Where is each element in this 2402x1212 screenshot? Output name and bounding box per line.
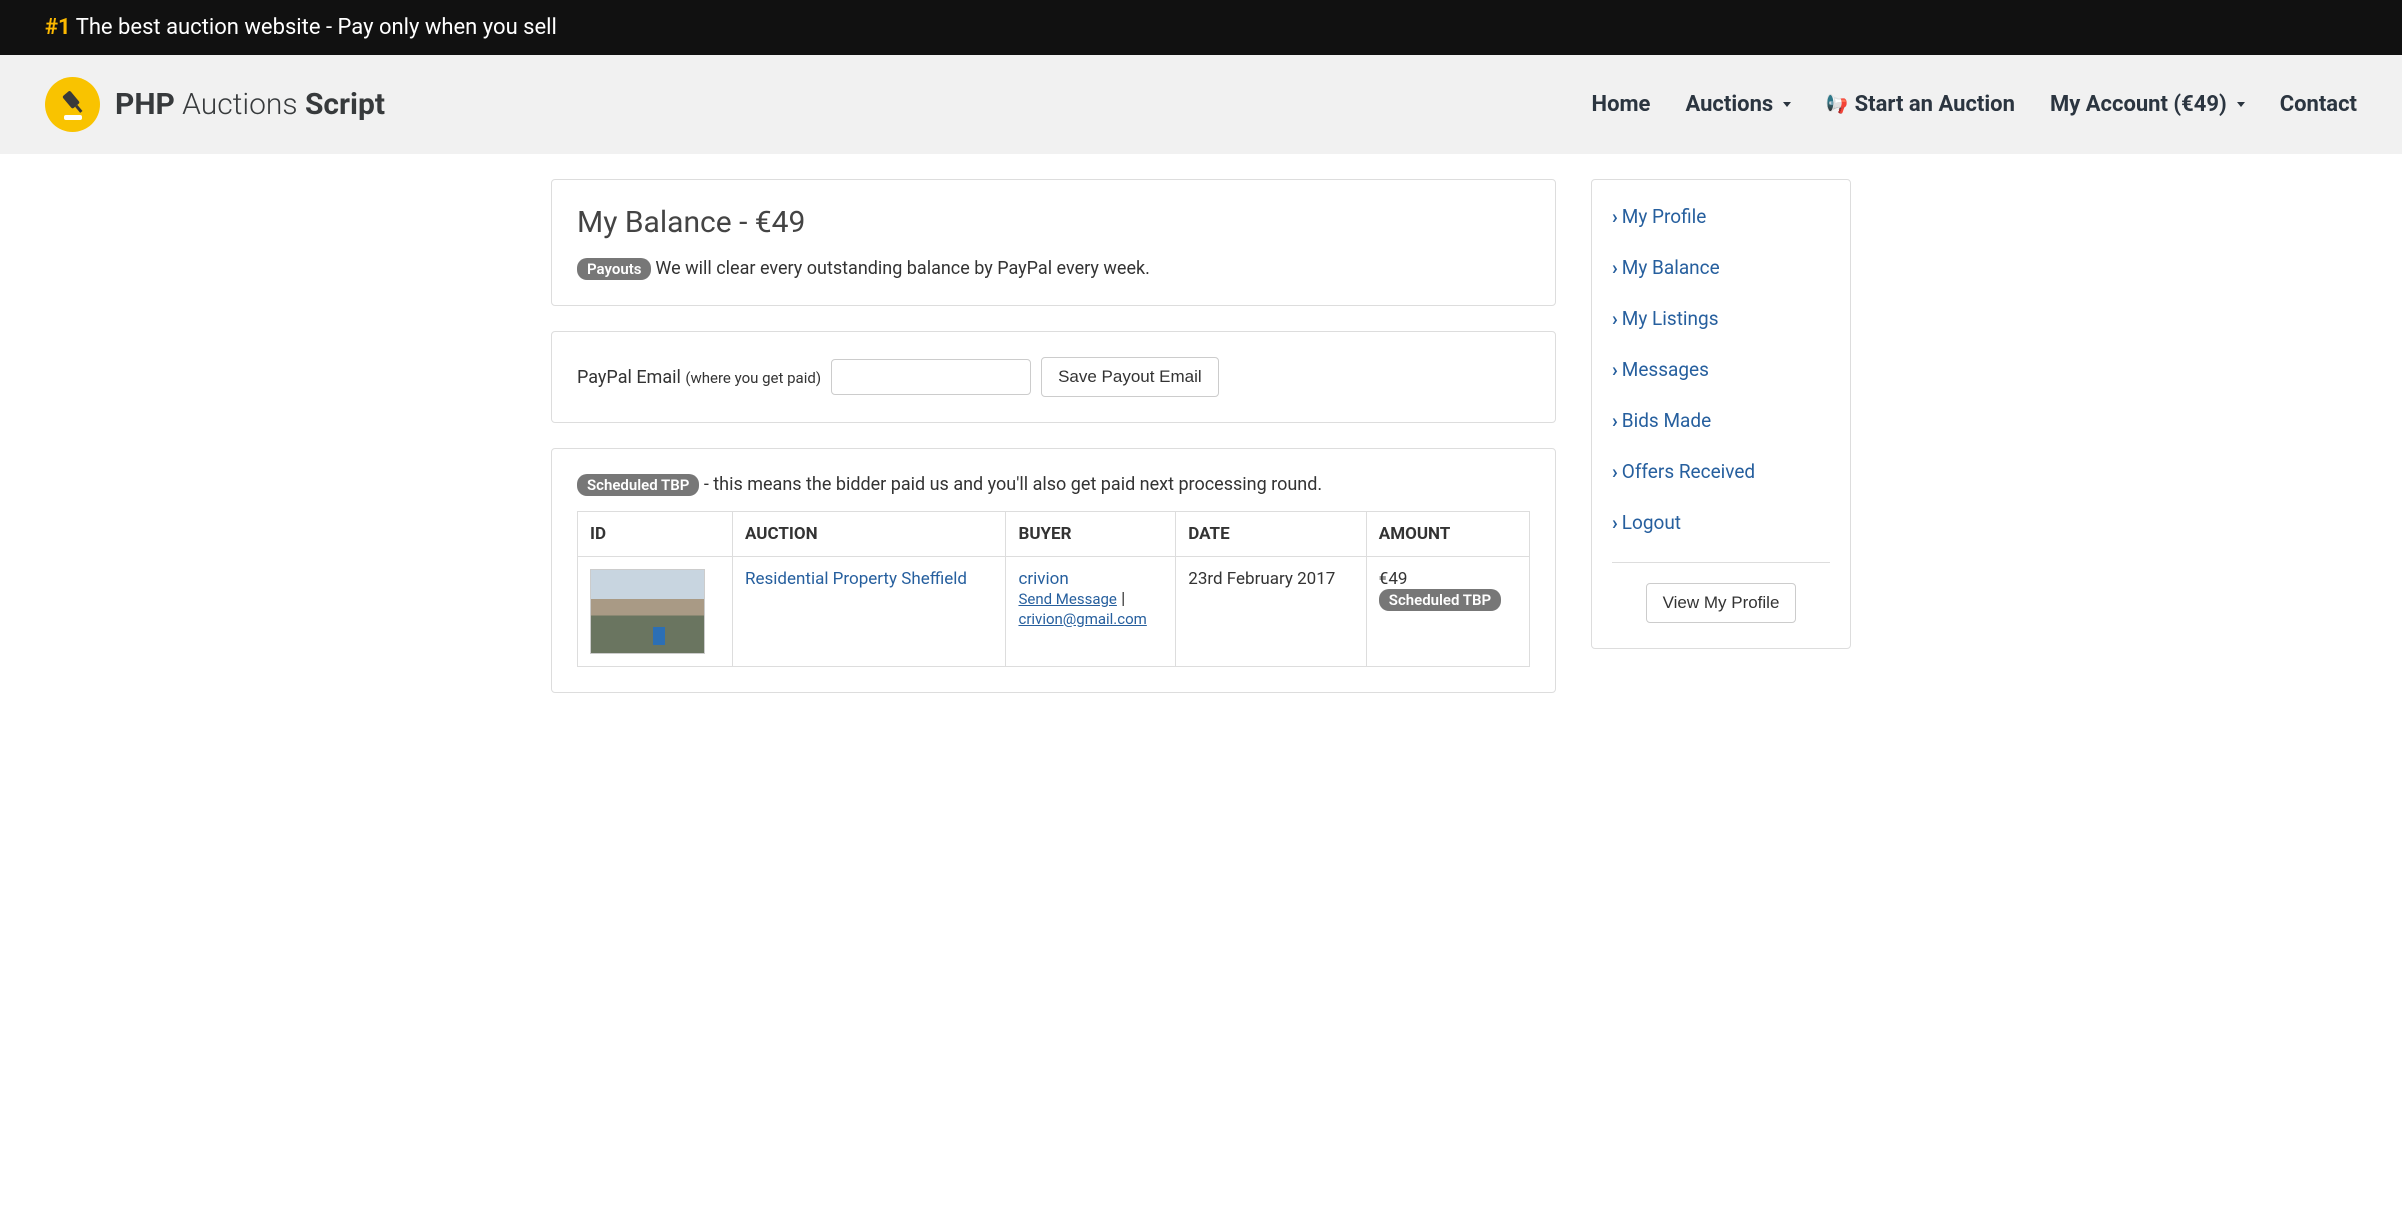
brand-part3: Script — [305, 87, 385, 122]
payout-email-panel: PayPal Email (where you get paid) Save P… — [551, 331, 1556, 423]
nav-contact[interactable]: Contact — [2280, 92, 2357, 117]
sidebar-item-label: Offers Received — [1622, 460, 1755, 483]
nav-start-auction[interactable]: 📢 Start an Auction — [1826, 92, 2015, 117]
paypal-email-label: PayPal Email (where you get paid) — [577, 367, 821, 388]
scheduled-tbp-badge: Scheduled TBP — [577, 474, 699, 496]
banner-text: The best auction website - Pay only when… — [76, 15, 557, 40]
transaction-amount: €49 — [1379, 569, 1517, 589]
bullhorn-icon: 📢 — [1826, 94, 1848, 115]
sidebar-item-offers-received[interactable]: ›Offers Received — [1612, 460, 1830, 483]
auction-thumbnail[interactable] — [590, 569, 705, 654]
sidebar-item-my-profile[interactable]: ›My Profile — [1612, 205, 1830, 228]
send-message-link[interactable]: Send Message — [1018, 590, 1116, 608]
buyer-email-link[interactable]: crivion@gmail.com — [1018, 610, 1146, 628]
buyer-link[interactable]: crivion — [1018, 569, 1068, 589]
transactions-panel: Scheduled TBP - this means the bidder pa… — [551, 448, 1556, 693]
brand-part2: Auctions — [182, 87, 297, 122]
banner-hash: #1 — [45, 15, 71, 40]
sidebar-item-messages[interactable]: ›Messages — [1612, 358, 1830, 381]
nav-my-account[interactable]: My Account (€49) — [2050, 92, 2245, 117]
gavel-icon — [45, 77, 100, 132]
nav-home[interactable]: Home — [1592, 92, 1651, 117]
brand-part1: PHP — [115, 87, 175, 122]
transactions-table: ID AUCTION BUYER DATE AMOUNT Residential… — [577, 511, 1530, 667]
chevron-right-icon: › — [1612, 256, 1618, 279]
divider — [1612, 562, 1830, 563]
paypal-label-sub: (where you get paid) — [685, 369, 821, 387]
col-buyer: BUYER — [1006, 512, 1176, 557]
sidebar-item-label: My Listings — [1622, 307, 1719, 330]
nav-auctions-label: Auctions — [1685, 92, 1773, 117]
pipe-separator: | — [1117, 589, 1125, 609]
col-date: DATE — [1176, 512, 1367, 557]
paypal-label-main: PayPal Email — [577, 367, 685, 388]
chevron-down-icon — [1783, 102, 1791, 107]
sidebar-item-label: My Balance — [1622, 256, 1720, 279]
sidebar-item-label: Bids Made — [1622, 409, 1711, 432]
page-title: My Balance - €49 — [577, 205, 1530, 240]
chevron-right-icon: › — [1612, 307, 1618, 330]
chevron-right-icon: › — [1612, 205, 1618, 228]
view-my-profile-button[interactable]: View My Profile — [1646, 583, 1797, 623]
chevron-down-icon — [2237, 102, 2245, 107]
payouts-badge: Payouts — [577, 258, 651, 280]
chevron-right-icon: › — [1612, 409, 1618, 432]
sidebar-item-logout[interactable]: ›Logout — [1612, 511, 1830, 534]
nav-start-label: Start an Auction — [1855, 92, 2015, 117]
header: PHP Auctions Script Home Auctions 📢 Start… — [0, 55, 2402, 154]
chevron-right-icon: › — [1612, 358, 1618, 381]
top-banner: #1 The best auction website - Pay only w… — [0, 0, 2402, 55]
sidebar-item-label: My Profile — [1622, 205, 1707, 228]
sidebar-item-my-listings[interactable]: ›My Listings — [1612, 307, 1830, 330]
logo-text: PHP Auctions Script — [115, 87, 385, 122]
col-id: ID — [578, 512, 733, 557]
sidebar-item-my-balance[interactable]: ›My Balance — [1612, 256, 1830, 279]
nav-auctions[interactable]: Auctions — [1685, 92, 1791, 117]
payouts-description: We will clear every outstanding balance … — [655, 258, 1149, 279]
scheduled-tbp-description: - this means the bidder paid us and you'… — [704, 474, 1322, 495]
account-sidebar: ›My Profile ›My Balance ›My Listings ›Me… — [1591, 179, 1851, 649]
auction-link[interactable]: Residential Property Sheffield — [745, 569, 967, 589]
col-amount: AMOUNT — [1366, 512, 1529, 557]
chevron-right-icon: › — [1612, 460, 1618, 483]
col-auction: AUCTION — [733, 512, 1006, 557]
balance-panel: My Balance - €49 Payouts We will clear e… — [551, 179, 1556, 306]
sidebar-item-label: Logout — [1622, 511, 1681, 534]
sidebar-item-label: Messages — [1622, 358, 1709, 381]
logo[interactable]: PHP Auctions Script — [45, 77, 385, 132]
save-payout-email-button[interactable]: Save Payout Email — [1041, 357, 1219, 397]
chevron-right-icon: › — [1612, 511, 1618, 534]
transaction-date: 23rd February 2017 — [1176, 557, 1367, 667]
table-row: Residential Property Sheffield crivion S… — [578, 557, 1530, 667]
sidebar-item-bids-made[interactable]: ›Bids Made — [1612, 409, 1830, 432]
paypal-email-input[interactable] — [831, 359, 1031, 395]
main-nav: Home Auctions 📢 Start an Auction My Accou… — [1592, 92, 2357, 117]
nav-account-label: My Account (€49) — [2050, 92, 2227, 117]
status-badge: Scheduled TBP — [1379, 589, 1501, 611]
